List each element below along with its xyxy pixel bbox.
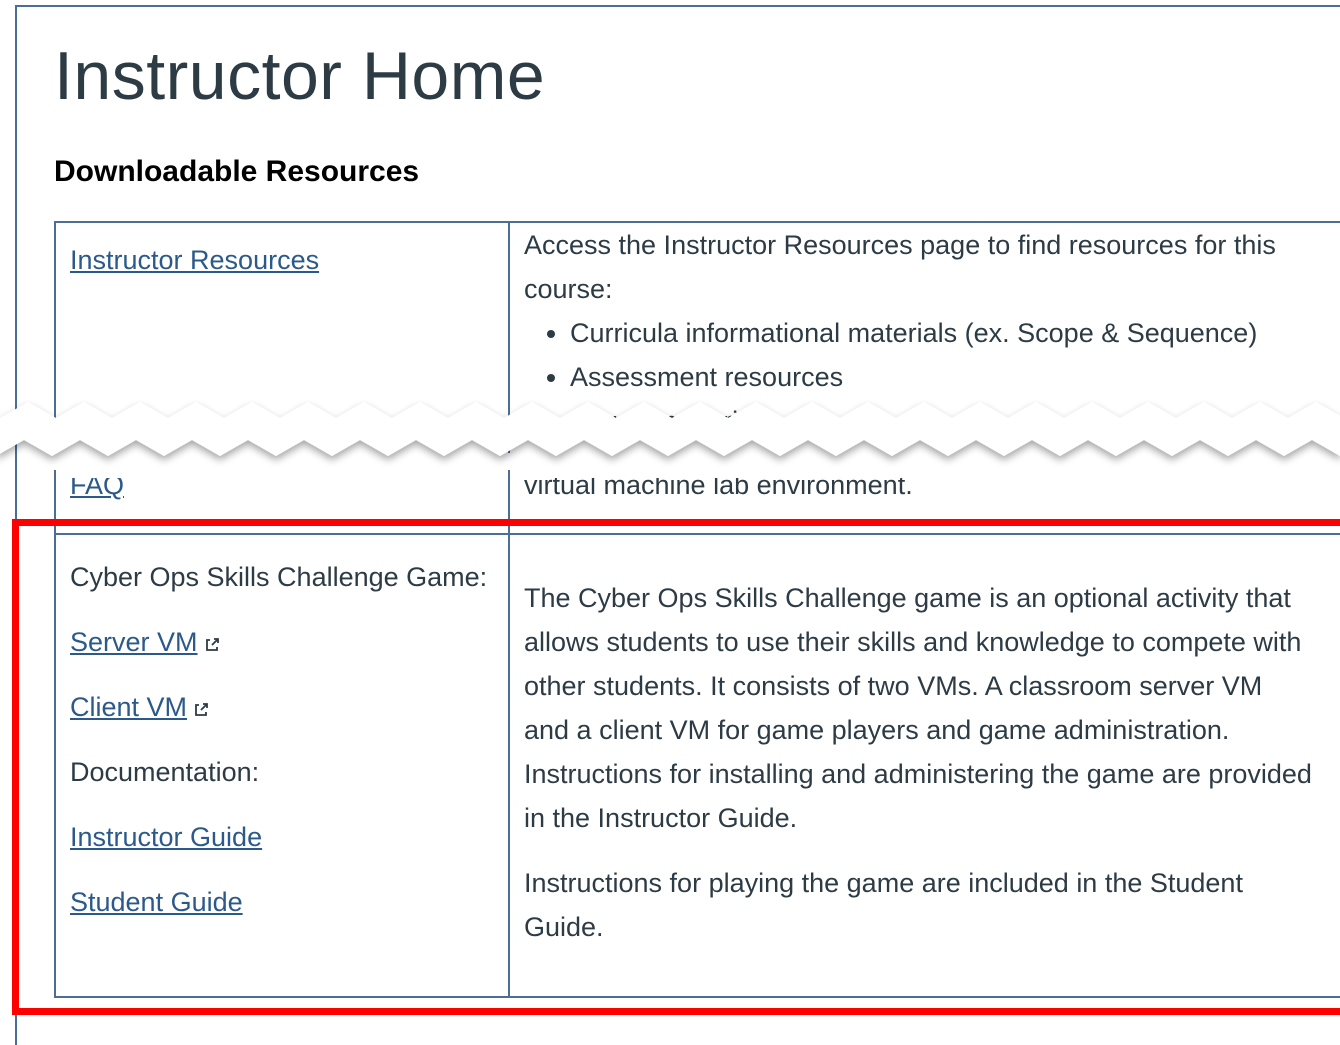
faq-description: virtual machine lab environment. bbox=[524, 470, 913, 500]
instructor-resources-intro: Access the Instructor Resources page to … bbox=[524, 230, 1276, 304]
student-guide-link[interactable]: Student Guide bbox=[70, 887, 243, 917]
table-cell-left: FAQ Cyber Ops Skills Challenge Game: Ser… bbox=[54, 470, 510, 996]
external-link-icon bbox=[195, 703, 208, 716]
instructor-resources-link[interactable]: Instructor Resources bbox=[70, 245, 319, 276]
documentation-label: Documentation: bbox=[70, 757, 260, 787]
page-title: Instructor Home bbox=[54, 38, 546, 114]
torn-edge-separator bbox=[0, 402, 1340, 456]
row-divider bbox=[54, 533, 1340, 535]
bullet-curricula: Curricula informational materials (ex. S… bbox=[570, 311, 1324, 355]
faq-link[interactable]: FAQ bbox=[70, 478, 124, 501]
game-resources-cell: Cyber Ops Skills Challenge Game: Server … bbox=[70, 555, 490, 924]
table-cell-right: virtual machine lab environment. The Cyb… bbox=[510, 470, 1340, 996]
game-description-cell: The Cyber Ops Skills Challenge game is a… bbox=[524, 576, 1314, 949]
game-title: Cyber Ops Skills Challenge Game: bbox=[70, 562, 488, 592]
client-vm-link[interactable]: Client VM bbox=[70, 692, 187, 722]
instructor-guide-link[interactable]: Instructor Guide bbox=[70, 822, 262, 852]
bullet-assessment: Assessment resources bbox=[570, 355, 1324, 399]
game-description-2: Instructions for playing the game are in… bbox=[524, 868, 1243, 942]
section-heading: Downloadable Resources bbox=[54, 155, 420, 188]
resources-table-bottom: FAQ Cyber Ops Skills Challenge Game: Ser… bbox=[54, 470, 1340, 998]
server-vm-link[interactable]: Server VM bbox=[70, 627, 198, 657]
external-link-icon bbox=[205, 638, 219, 651]
game-description-1: The Cyber Ops Skills Challenge game is a… bbox=[524, 583, 1312, 833]
